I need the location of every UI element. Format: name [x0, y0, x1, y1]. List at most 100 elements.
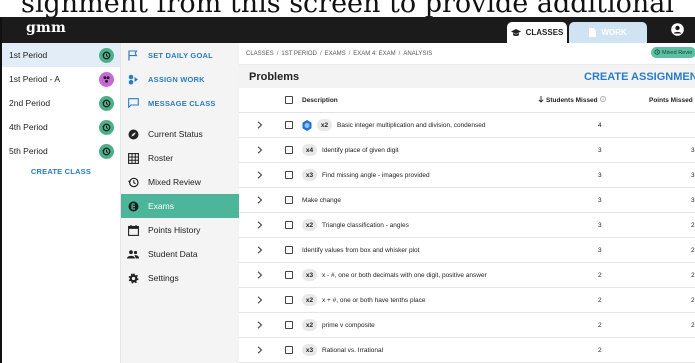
breadcrumb-exam[interactable]: EXAM 4: EXAM: [353, 51, 395, 57]
nav-label: Exams: [148, 201, 174, 211]
table-row[interactable]: x4 Identify place of given digit 3 3: [239, 138, 695, 163]
class-item-5th-period[interactable]: 5th Period: [2, 139, 120, 163]
class-item-4th-period[interactable]: 4th Period: [2, 115, 120, 139]
history-icon: [654, 48, 660, 57]
nav-item-settings[interactable]: Settings: [121, 266, 239, 290]
multiplier-badge: x3: [302, 344, 317, 356]
row-checkbox[interactable]: [285, 296, 293, 304]
description-cell: x4 Identify place of given digit: [302, 144, 399, 156]
column-students-missed[interactable]: Students Missed: [538, 95, 606, 105]
info-icon[interactable]: [599, 96, 606, 104]
chevron-right-icon[interactable]: [257, 221, 263, 231]
sort-arrow-icon: [538, 95, 544, 105]
assign-work-button[interactable]: ASSIGN WORK: [121, 67, 239, 91]
breadcrumb-exams[interactable]: EXAMS: [325, 51, 346, 57]
description-cell: x3 Find missing angle - images provided: [302, 169, 430, 181]
problem-description: x + #, one or both have tenths place: [322, 296, 426, 304]
tab-work[interactable]: WORK: [569, 22, 647, 43]
message-class-button[interactable]: MESSAGE CLASS: [121, 91, 239, 115]
mixed-review-label: Mixed Revie: [662, 49, 693, 56]
problem-description: Make change: [302, 196, 342, 204]
chevron-right-icon[interactable]: [257, 171, 263, 181]
problems-header: Problems CREATE ASSIGNMENT: [239, 64, 695, 88]
chevron-right-icon[interactable]: [257, 271, 263, 281]
row-checkbox[interactable]: [285, 271, 293, 279]
exam-icon: [127, 200, 139, 212]
chevron-right-icon[interactable]: [257, 246, 263, 256]
top-bar: gmm CLASSES WORK: [2, 17, 695, 43]
class-item-2nd-period[interactable]: 2nd Period: [2, 91, 120, 115]
nav-item-exams[interactable]: Exams: [121, 194, 239, 218]
students-missed-cell: 2: [598, 296, 602, 304]
mixed-review-button[interactable]: Mixed Revie: [651, 47, 695, 58]
chevron-right-icon[interactable]: [257, 121, 263, 131]
row-checkbox[interactable]: [285, 146, 293, 154]
column-description[interactable]: Description: [302, 97, 338, 104]
people-icon: [127, 248, 139, 260]
nav-label: SET DAILY GOAL: [148, 50, 213, 60]
chevron-right-icon[interactable]: [257, 321, 263, 331]
class-item-1st-period[interactable]: 1st Period: [2, 43, 120, 67]
nav-label: Roster: [148, 153, 174, 163]
nav-label: Mixed Review: [148, 177, 201, 187]
multiplier-badge: x2: [302, 319, 317, 331]
row-checkbox[interactable]: [285, 346, 293, 354]
breadcrumb-classes[interactable]: CLASSES: [246, 51, 274, 57]
row-checkbox[interactable]: [285, 121, 293, 129]
nav-item-current-status[interactable]: Current Status: [121, 122, 239, 146]
tab-classes[interactable]: CLASSES: [507, 22, 567, 43]
chevron-right-icon[interactable]: [257, 346, 263, 356]
table-row[interactable]: x2 Basic integer multiplication and divis…: [239, 113, 695, 138]
multiplier-badge: x2: [317, 119, 332, 131]
table-row[interactable]: x2 x + #, one or both have tenths place 2 2: [239, 288, 695, 313]
row-checkbox[interactable]: [285, 171, 293, 179]
set-daily-goal-button[interactable]: SET DAILY GOAL: [121, 43, 239, 67]
create-assignment-button[interactable]: CREATE ASSIGNMENT: [584, 71, 695, 83]
nav-item-mixed-review[interactable]: Mixed Review: [121, 170, 239, 194]
chevron-right-icon[interactable]: [257, 146, 263, 156]
class-name: 1st Period: [9, 50, 48, 60]
table-row[interactable]: x3 Find missing angle - images provided 3 3…: [239, 163, 695, 188]
problem-description: Basic integer multiplication and divisio…: [337, 121, 486, 129]
class-item-1st-period-a[interactable]: 1st Period - A: [2, 67, 120, 91]
problem-description: Rational vs. Irrational: [322, 346, 384, 354]
students-missed-cell: 4: [598, 121, 602, 129]
column-points-missed[interactable]: Points Missed: [649, 96, 695, 104]
app-logo[interactable]: gmm: [26, 20, 66, 36]
description-cell: Identify values from box and whisker plo…: [302, 247, 419, 254]
nav-label: Current Status: [148, 129, 203, 139]
problem-description: Find missing angle - images provided: [322, 171, 430, 179]
caption-banner: signment from this screen to provide add…: [0, 0, 695, 17]
breadcrumb-period[interactable]: 1ST PERIOD: [281, 51, 317, 57]
compass-icon: [127, 128, 139, 140]
history-icon: [99, 47, 114, 63]
select-all-checkbox[interactable]: [285, 96, 293, 104]
table-row[interactable]: x3 Rational vs. Irrational 2: [239, 338, 695, 363]
create-class-button[interactable]: CREATE CLASS: [2, 167, 120, 176]
calendar-icon: [127, 224, 139, 236]
table-row[interactable]: Identify values from box and whisker plo…: [239, 238, 695, 263]
history-icon: [99, 95, 114, 111]
assign-icon: [127, 73, 139, 85]
row-checkbox[interactable]: [285, 321, 293, 329]
table-row[interactable]: x3 x - #, one or both decimals with one d…: [239, 263, 695, 288]
row-checkbox[interactable]: [285, 196, 293, 204]
hexagon-icon: [302, 119, 312, 131]
group-icon: [99, 71, 114, 87]
row-checkbox[interactable]: [285, 246, 293, 254]
row-checkbox[interactable]: [285, 221, 293, 229]
account-icon[interactable]: [671, 23, 684, 41]
chevron-right-icon[interactable]: [257, 296, 263, 306]
problem-description: Identify place of given digit: [322, 146, 399, 154]
nav-divider: [121, 115, 239, 122]
gear-icon: [127, 272, 139, 284]
description-cell: x2 Basic integer multiplication and divis…: [302, 119, 486, 131]
nav-item-roster[interactable]: Roster: [121, 146, 239, 170]
nav-item-student-data[interactable]: Student Data: [121, 242, 239, 266]
history-icon: [127, 176, 139, 188]
nav-item-points-history[interactable]: Points History: [121, 218, 239, 242]
chevron-right-icon[interactable]: [257, 196, 263, 206]
table-row[interactable]: x2 Triangle classification - angles 3 2.: [239, 213, 695, 238]
table-row[interactable]: x2 prime v composite 2 2: [239, 313, 695, 338]
table-row[interactable]: Make change 3 3: [239, 188, 695, 213]
